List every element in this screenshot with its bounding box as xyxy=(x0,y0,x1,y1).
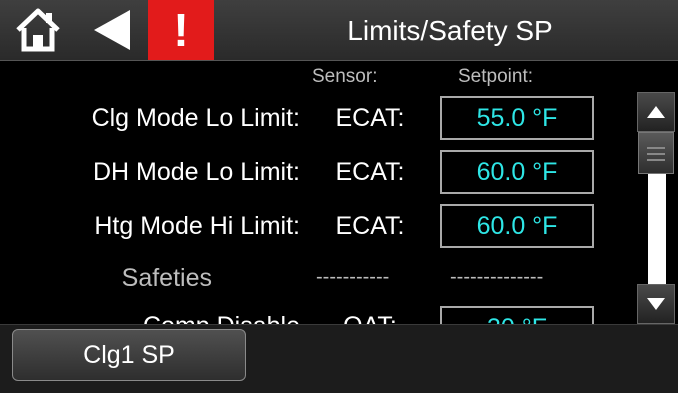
grip-line xyxy=(647,159,665,161)
clg1-sp-button[interactable]: Clg1 SP xyxy=(12,329,246,381)
partial-row-value[interactable]: 30 °F xyxy=(440,306,594,324)
arrow-down-icon xyxy=(647,298,665,310)
arrow-up-icon xyxy=(647,106,665,118)
clg-mode-lo-limit-value[interactable]: 55.0 °F xyxy=(440,96,594,140)
scroll-up-button[interactable] xyxy=(637,92,675,132)
home-button[interactable] xyxy=(12,6,64,54)
setpoint-list[interactable]: Clg Mode Lo Limit: ECAT: 55.0 °F DH Mode… xyxy=(0,60,634,324)
row-sensor-dh-mode: ECAT: xyxy=(335,158,405,186)
home-icon xyxy=(16,8,60,52)
setpoint-divider: -------------- xyxy=(450,266,544,288)
page-title: Limits/Safety SP xyxy=(347,15,553,46)
row-label-clg-mode-lo-limit: Clg Mode Lo Limit: xyxy=(91,104,300,132)
row-label-partial: Comp Disable xyxy=(0,312,300,324)
row-sensor-partial: OAT: xyxy=(322,312,418,324)
dh-mode-lo-limit-value[interactable]: 60.0 °F xyxy=(440,150,594,194)
scroll-down-button[interactable] xyxy=(637,284,675,324)
row-label-htg-mode-hi-limit: Htg Mode Hi Limit: xyxy=(94,212,300,240)
footer-bar: Clg1 SP xyxy=(0,324,678,393)
alarm-icon: ! xyxy=(173,4,189,56)
grip-line xyxy=(647,153,665,155)
back-icon xyxy=(94,10,130,50)
back-button[interactable] xyxy=(88,6,136,54)
header-bar: ! Limits/Safety SP xyxy=(0,0,678,61)
grip-line xyxy=(647,147,665,149)
row-sensor-clg-mode: ECAT: xyxy=(335,104,405,132)
safeties-section-label: Safeties xyxy=(121,264,212,292)
scrollbar-thumb[interactable] xyxy=(638,132,674,174)
htg-mode-hi-limit-value[interactable]: 60.0 °F xyxy=(440,204,594,248)
row-sensor-htg-mode: ECAT: xyxy=(335,212,405,240)
row-label-dh-mode-lo-limit: DH Mode Lo Limit: xyxy=(92,158,300,186)
sensor-divider: ----------- xyxy=(316,266,390,288)
alarm-button[interactable]: ! xyxy=(148,0,214,60)
